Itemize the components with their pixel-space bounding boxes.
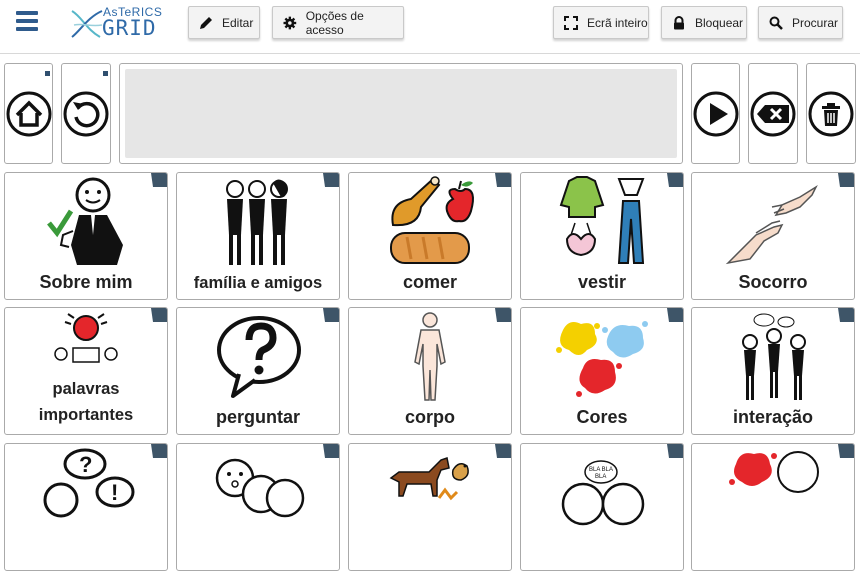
cell-row3-2[interactable] bbox=[176, 443, 340, 571]
color-shapes-symbol bbox=[729, 451, 819, 493]
app-header: AsTeRICS GRID Editar Opções de acesso Ec… bbox=[0, 0, 860, 54]
home-icon bbox=[6, 91, 51, 136]
colors-symbol bbox=[556, 321, 648, 397]
pencil-icon bbox=[200, 16, 212, 29]
cell-body[interactable]: corpo bbox=[348, 307, 512, 435]
cell-row3-3[interactable] bbox=[348, 443, 512, 571]
edit-button[interactable]: Editar bbox=[188, 6, 260, 39]
cell-interaction[interactable]: interação bbox=[691, 307, 855, 435]
family-friends-symbol bbox=[226, 179, 288, 265]
back-arrow-icon bbox=[63, 91, 109, 136]
about-me-symbol bbox=[47, 177, 123, 265]
search-button[interactable]: Procurar bbox=[758, 6, 843, 39]
menu-icon[interactable] bbox=[16, 11, 38, 31]
svg-text:?: ? bbox=[79, 452, 92, 477]
access-options-button[interactable]: Opções de acesso bbox=[272, 6, 404, 39]
back-cell[interactable] bbox=[61, 63, 111, 164]
cell-row3-5[interactable] bbox=[691, 443, 855, 571]
backspace-icon bbox=[750, 91, 796, 136]
cell-ask[interactable]: perguntar bbox=[176, 307, 340, 435]
cell-label: família e amigos bbox=[193, 274, 323, 292]
clothes-symbol bbox=[559, 176, 645, 264]
cell-help[interactable]: Socorro bbox=[691, 172, 855, 300]
cell-colors[interactable]: Cores bbox=[520, 307, 684, 435]
access-options-label: Opções de acesso bbox=[305, 8, 364, 37]
home-cell[interactable] bbox=[4, 63, 53, 164]
svg-text:!: ! bbox=[111, 480, 118, 505]
question-bubble-symbol bbox=[217, 316, 301, 398]
lock-label: Bloquear bbox=[695, 15, 744, 30]
cell-important-words[interactable]: palavras importantes bbox=[4, 307, 168, 435]
svg-text:BLA BLA: BLA BLA bbox=[589, 467, 613, 473]
logo-wave-icon bbox=[71, 10, 103, 38]
cell-label: corpo bbox=[404, 407, 455, 427]
cell-label: Sobre mim bbox=[39, 272, 133, 292]
cell-row3-4[interactable]: BLA BLA BLA bbox=[520, 443, 684, 571]
help-hands-symbol bbox=[725, 184, 818, 265]
message-bar[interactable] bbox=[119, 63, 683, 164]
questions-exclamation-symbol: ? ! bbox=[43, 448, 135, 518]
cell-label: perguntar bbox=[215, 407, 300, 427]
edit-button-label: Editar bbox=[222, 15, 254, 30]
search-label: Procurar bbox=[792, 15, 839, 30]
message-bar-area bbox=[125, 69, 677, 158]
fullscreen-button[interactable]: Ecrã inteiro bbox=[553, 6, 649, 39]
animals-symbol bbox=[389, 457, 469, 501]
feelings-faces-symbol bbox=[215, 458, 305, 518]
trash-icon bbox=[808, 91, 854, 136]
gear-icon bbox=[283, 16, 297, 29]
cell-row3-1[interactable]: ? ! bbox=[4, 443, 168, 571]
cell-label: palavras importantes bbox=[38, 380, 134, 424]
asterics-grid-logo: AsTeRICS GRID bbox=[70, 5, 170, 41]
lock-button[interactable]: Bloquear bbox=[661, 6, 747, 39]
cell-label: Cores bbox=[576, 407, 628, 427]
body-symbol bbox=[414, 312, 446, 401]
food-symbol bbox=[390, 176, 474, 264]
svg-text:BLA: BLA bbox=[595, 474, 606, 480]
interaction-symbol bbox=[742, 313, 806, 400]
play-icon bbox=[693, 91, 738, 136]
cell-dress[interactable]: vestir bbox=[520, 172, 684, 300]
fullscreen-icon bbox=[564, 15, 578, 30]
logo-text-main: GRID bbox=[102, 16, 157, 40]
talk-symbol: BLA BLA BLA bbox=[561, 460, 645, 526]
cell-label: Socorro bbox=[738, 272, 808, 292]
clear-cell[interactable] bbox=[806, 63, 856, 164]
fullscreen-label: Ecrã inteiro bbox=[587, 15, 648, 30]
speak-cell[interactable] bbox=[691, 63, 740, 164]
cell-about-me[interactable]: Sobre mim bbox=[4, 172, 168, 300]
cell-label: vestir bbox=[577, 272, 627, 292]
cell-family-friends[interactable]: família e amigos bbox=[176, 172, 340, 300]
search-icon bbox=[769, 16, 783, 30]
cell-label: comer bbox=[402, 272, 458, 292]
cell-label: interação bbox=[732, 407, 814, 427]
cell-eat[interactable]: comer bbox=[348, 172, 512, 300]
lock-icon bbox=[674, 15, 684, 29]
delete-word-cell[interactable] bbox=[748, 63, 798, 164]
